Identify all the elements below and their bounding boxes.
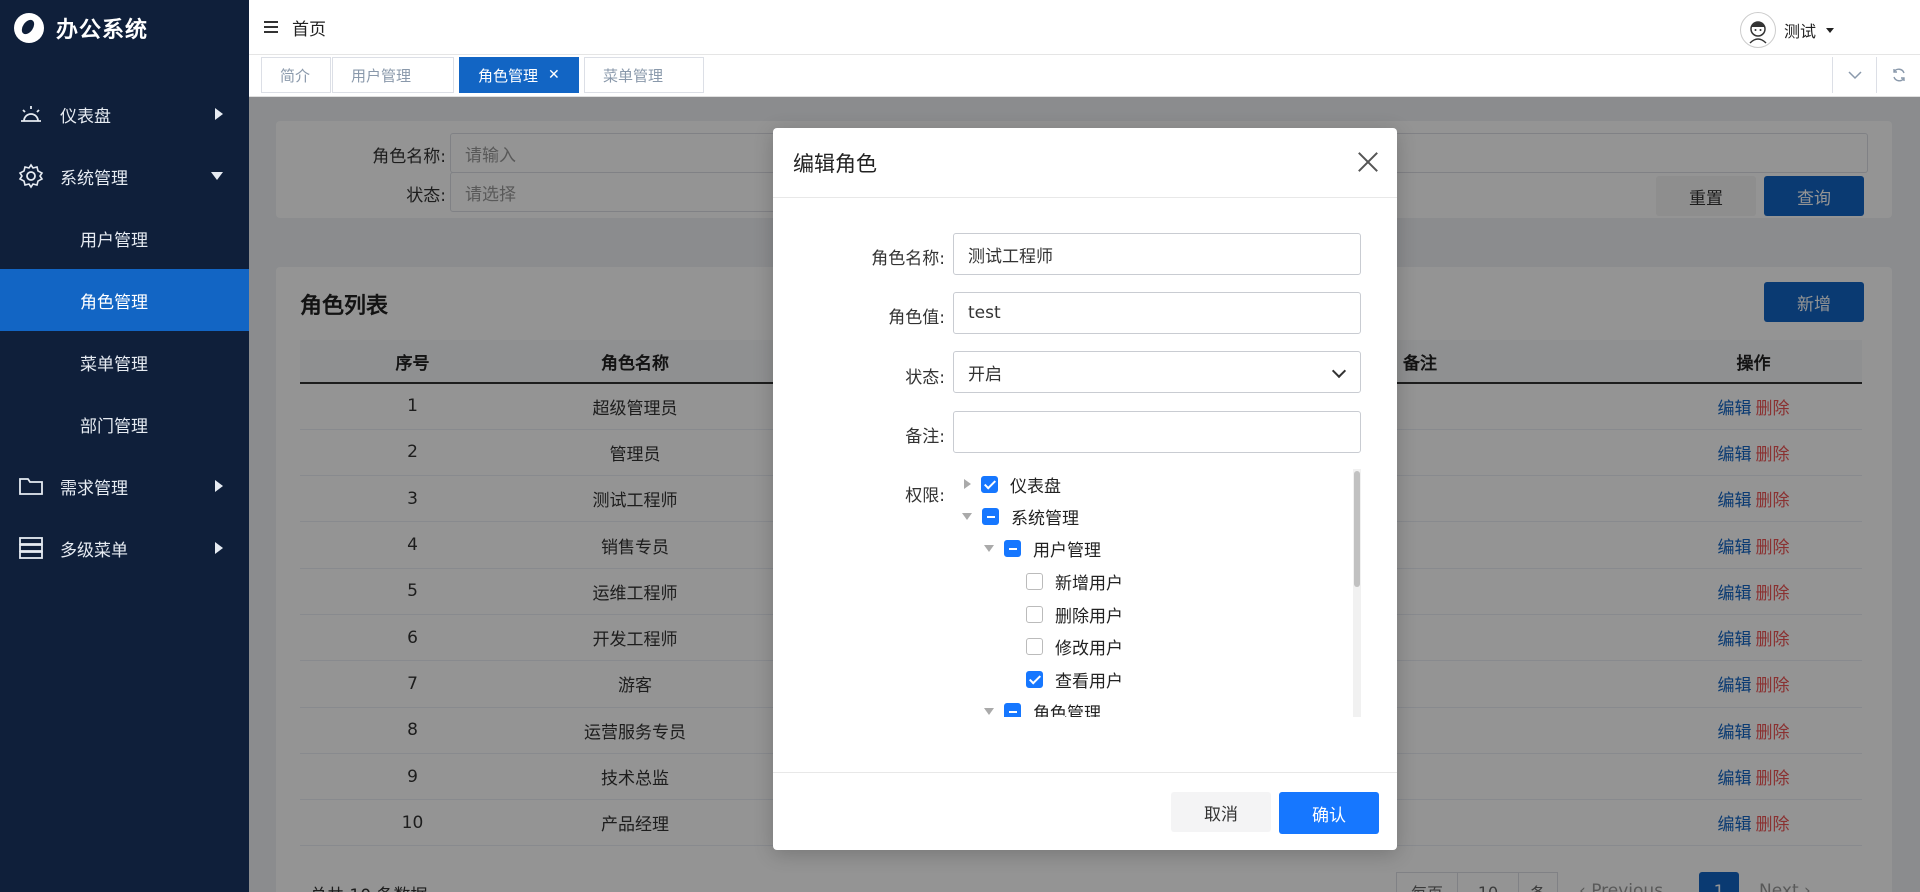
collapse-icon[interactable]: [962, 512, 972, 520]
expand-icon[interactable]: [964, 479, 971, 489]
breadcrumb[interactable]: 首页: [292, 15, 326, 40]
role-value-input[interactable]: test: [953, 292, 1361, 334]
tree-node-dashboard[interactable]: 仪表盘: [964, 470, 1061, 498]
chevron-down-icon: [211, 172, 223, 180]
cancel-button[interactable]: 取消: [1171, 792, 1271, 832]
chevron-right-icon: [215, 480, 223, 492]
gear-icon: [18, 163, 44, 189]
dialog-footer: 取消 确认: [773, 772, 1397, 850]
sidebar-item-label: 需求管理: [60, 478, 128, 499]
sidebar-item-requirements[interactable]: 需求管理: [0, 455, 249, 517]
remark-input[interactable]: [953, 411, 1361, 453]
tabs-dropdown-button[interactable]: [1832, 57, 1876, 93]
sidebar-item-departments[interactable]: 部门管理: [0, 393, 249, 455]
tab-label: 简介: [280, 66, 311, 85]
logo: 办公系统: [0, 0, 249, 56]
caret-down-icon: [1826, 27, 1834, 33]
sidebar-item-label: 系统管理: [60, 168, 128, 189]
tree-node-system[interactable]: 系统管理: [962, 502, 1079, 530]
tree-node-label: 查看用户: [1055, 671, 1123, 692]
sidebar-item-label: 仪表盘: [60, 106, 111, 127]
checkbox[interactable]: [1026, 572, 1043, 590]
checkbox[interactable]: [1026, 637, 1043, 655]
sidebar: 办公系统 仪表盘 系统管理 用户管理 角色管理 菜单管理 部门管理 需求管理 多…: [0, 0, 249, 892]
logo-icon: [14, 13, 44, 43]
tree-node-view-user[interactable]: 查看用户: [1026, 665, 1123, 693]
tree-node-add-user[interactable]: 新增用户: [1026, 567, 1123, 595]
status-label: 状态:: [905, 368, 945, 388]
role-name-input[interactable]: 测试工程师: [953, 233, 1361, 275]
checkbox[interactable]: [982, 507, 999, 525]
server-icon: [18, 535, 44, 561]
close-icon[interactable]: [1353, 147, 1383, 177]
user-menu[interactable]: 测试: [1739, 12, 1834, 48]
chevron-down-icon: [1847, 71, 1862, 80]
close-icon[interactable]: ✕: [548, 67, 560, 83]
tab-label: 菜单管理: [603, 66, 664, 85]
tree-node-user-management[interactable]: 用户管理: [984, 534, 1101, 562]
sidebar-item-multilevel[interactable]: 多级菜单: [0, 517, 249, 579]
checkbox[interactable]: [1004, 702, 1021, 717]
tree-scrollbar[interactable]: [1353, 469, 1361, 717]
tree-node-edit-user[interactable]: 修改用户: [1026, 632, 1123, 660]
sidebar-item-dashboard[interactable]: 仪表盘: [0, 83, 249, 145]
sidebar-menu: 仪表盘 系统管理 用户管理 角色管理 菜单管理 部门管理 需求管理 多级菜单: [0, 83, 249, 579]
top-header: 首页 测试: [249, 0, 1920, 55]
sidebar-item-system[interactable]: 系统管理: [0, 145, 249, 207]
edit-role-dialog: 编辑角色 角色名称: 测试工程师 角色值: test 状态: 开启 备注: 权限…: [773, 128, 1397, 850]
permission-label: 权限:: [905, 486, 945, 506]
checkbox[interactable]: [1026, 670, 1043, 688]
tree-node-delete-user[interactable]: 删除用户: [1026, 600, 1123, 628]
tree-node-label: 角色管理: [1033, 703, 1101, 718]
chevron-down-icon: [1331, 363, 1347, 379]
tab-bar: 简介 用户管理 角色管理 ✕ 菜单管理: [249, 55, 1920, 97]
tab-intro[interactable]: 简介: [261, 57, 331, 93]
role-name-label: 角色名称:: [871, 249, 945, 269]
status-select[interactable]: 开启: [953, 351, 1361, 393]
dialog-title: 编辑角色: [793, 151, 877, 176]
checkbox[interactable]: [1026, 605, 1043, 623]
permission-tree: 仪表盘 系统管理 用户管理 新增用户 删除用户 修改用户 查看用户 角色管理: [953, 469, 1361, 717]
collapse-icon[interactable]: [984, 707, 994, 715]
scrollbar-thumb[interactable]: [1354, 471, 1360, 587]
checkbox[interactable]: [1004, 539, 1021, 557]
tab-role-management[interactable]: 角色管理 ✕: [459, 57, 579, 93]
tree-node-role-management[interactable]: 角色管理: [984, 697, 1101, 717]
user-name: 测试: [1783, 22, 1816, 41]
tree-node-label: 用户管理: [1033, 540, 1101, 561]
tree-node-label: 系统管理: [1011, 508, 1079, 529]
tree-node-label: 仪表盘: [1010, 476, 1061, 497]
sidebar-item-menus[interactable]: 菜单管理: [0, 331, 249, 393]
status-value: 开启: [968, 364, 1002, 385]
chevron-right-icon: [215, 108, 223, 120]
tab-label: 角色管理: [478, 66, 539, 85]
tab-label: 用户管理: [351, 66, 412, 85]
sidebar-item-users[interactable]: 用户管理: [0, 207, 249, 269]
tab-user-management[interactable]: 用户管理: [332, 57, 454, 93]
sidebar-item-roles[interactable]: 角色管理: [0, 269, 249, 331]
tree-node-label: 新增用户: [1055, 573, 1123, 594]
checkbox[interactable]: [981, 475, 998, 493]
folder-icon: [18, 473, 44, 499]
confirm-button[interactable]: 确认: [1279, 792, 1379, 834]
role-value-label: 角色值:: [888, 308, 945, 328]
app-title: 办公系统: [56, 18, 149, 43]
refresh-button[interactable]: [1876, 57, 1920, 93]
dialog-header: 编辑角色: [773, 128, 1397, 198]
chevron-right-icon: [215, 542, 223, 554]
remark-label: 备注:: [905, 427, 945, 447]
avatar: [1739, 12, 1776, 48]
refresh-icon: [1892, 68, 1905, 82]
sidebar-item-label: 多级菜单: [60, 540, 128, 561]
tree-node-label: 修改用户: [1055, 638, 1123, 659]
dashboard-icon: [18, 101, 44, 127]
tab-menu-management[interactable]: 菜单管理: [584, 57, 704, 93]
collapse-icon[interactable]: [984, 544, 994, 552]
menu-toggle-icon[interactable]: [264, 21, 278, 33]
tree-node-label: 删除用户: [1055, 606, 1123, 627]
